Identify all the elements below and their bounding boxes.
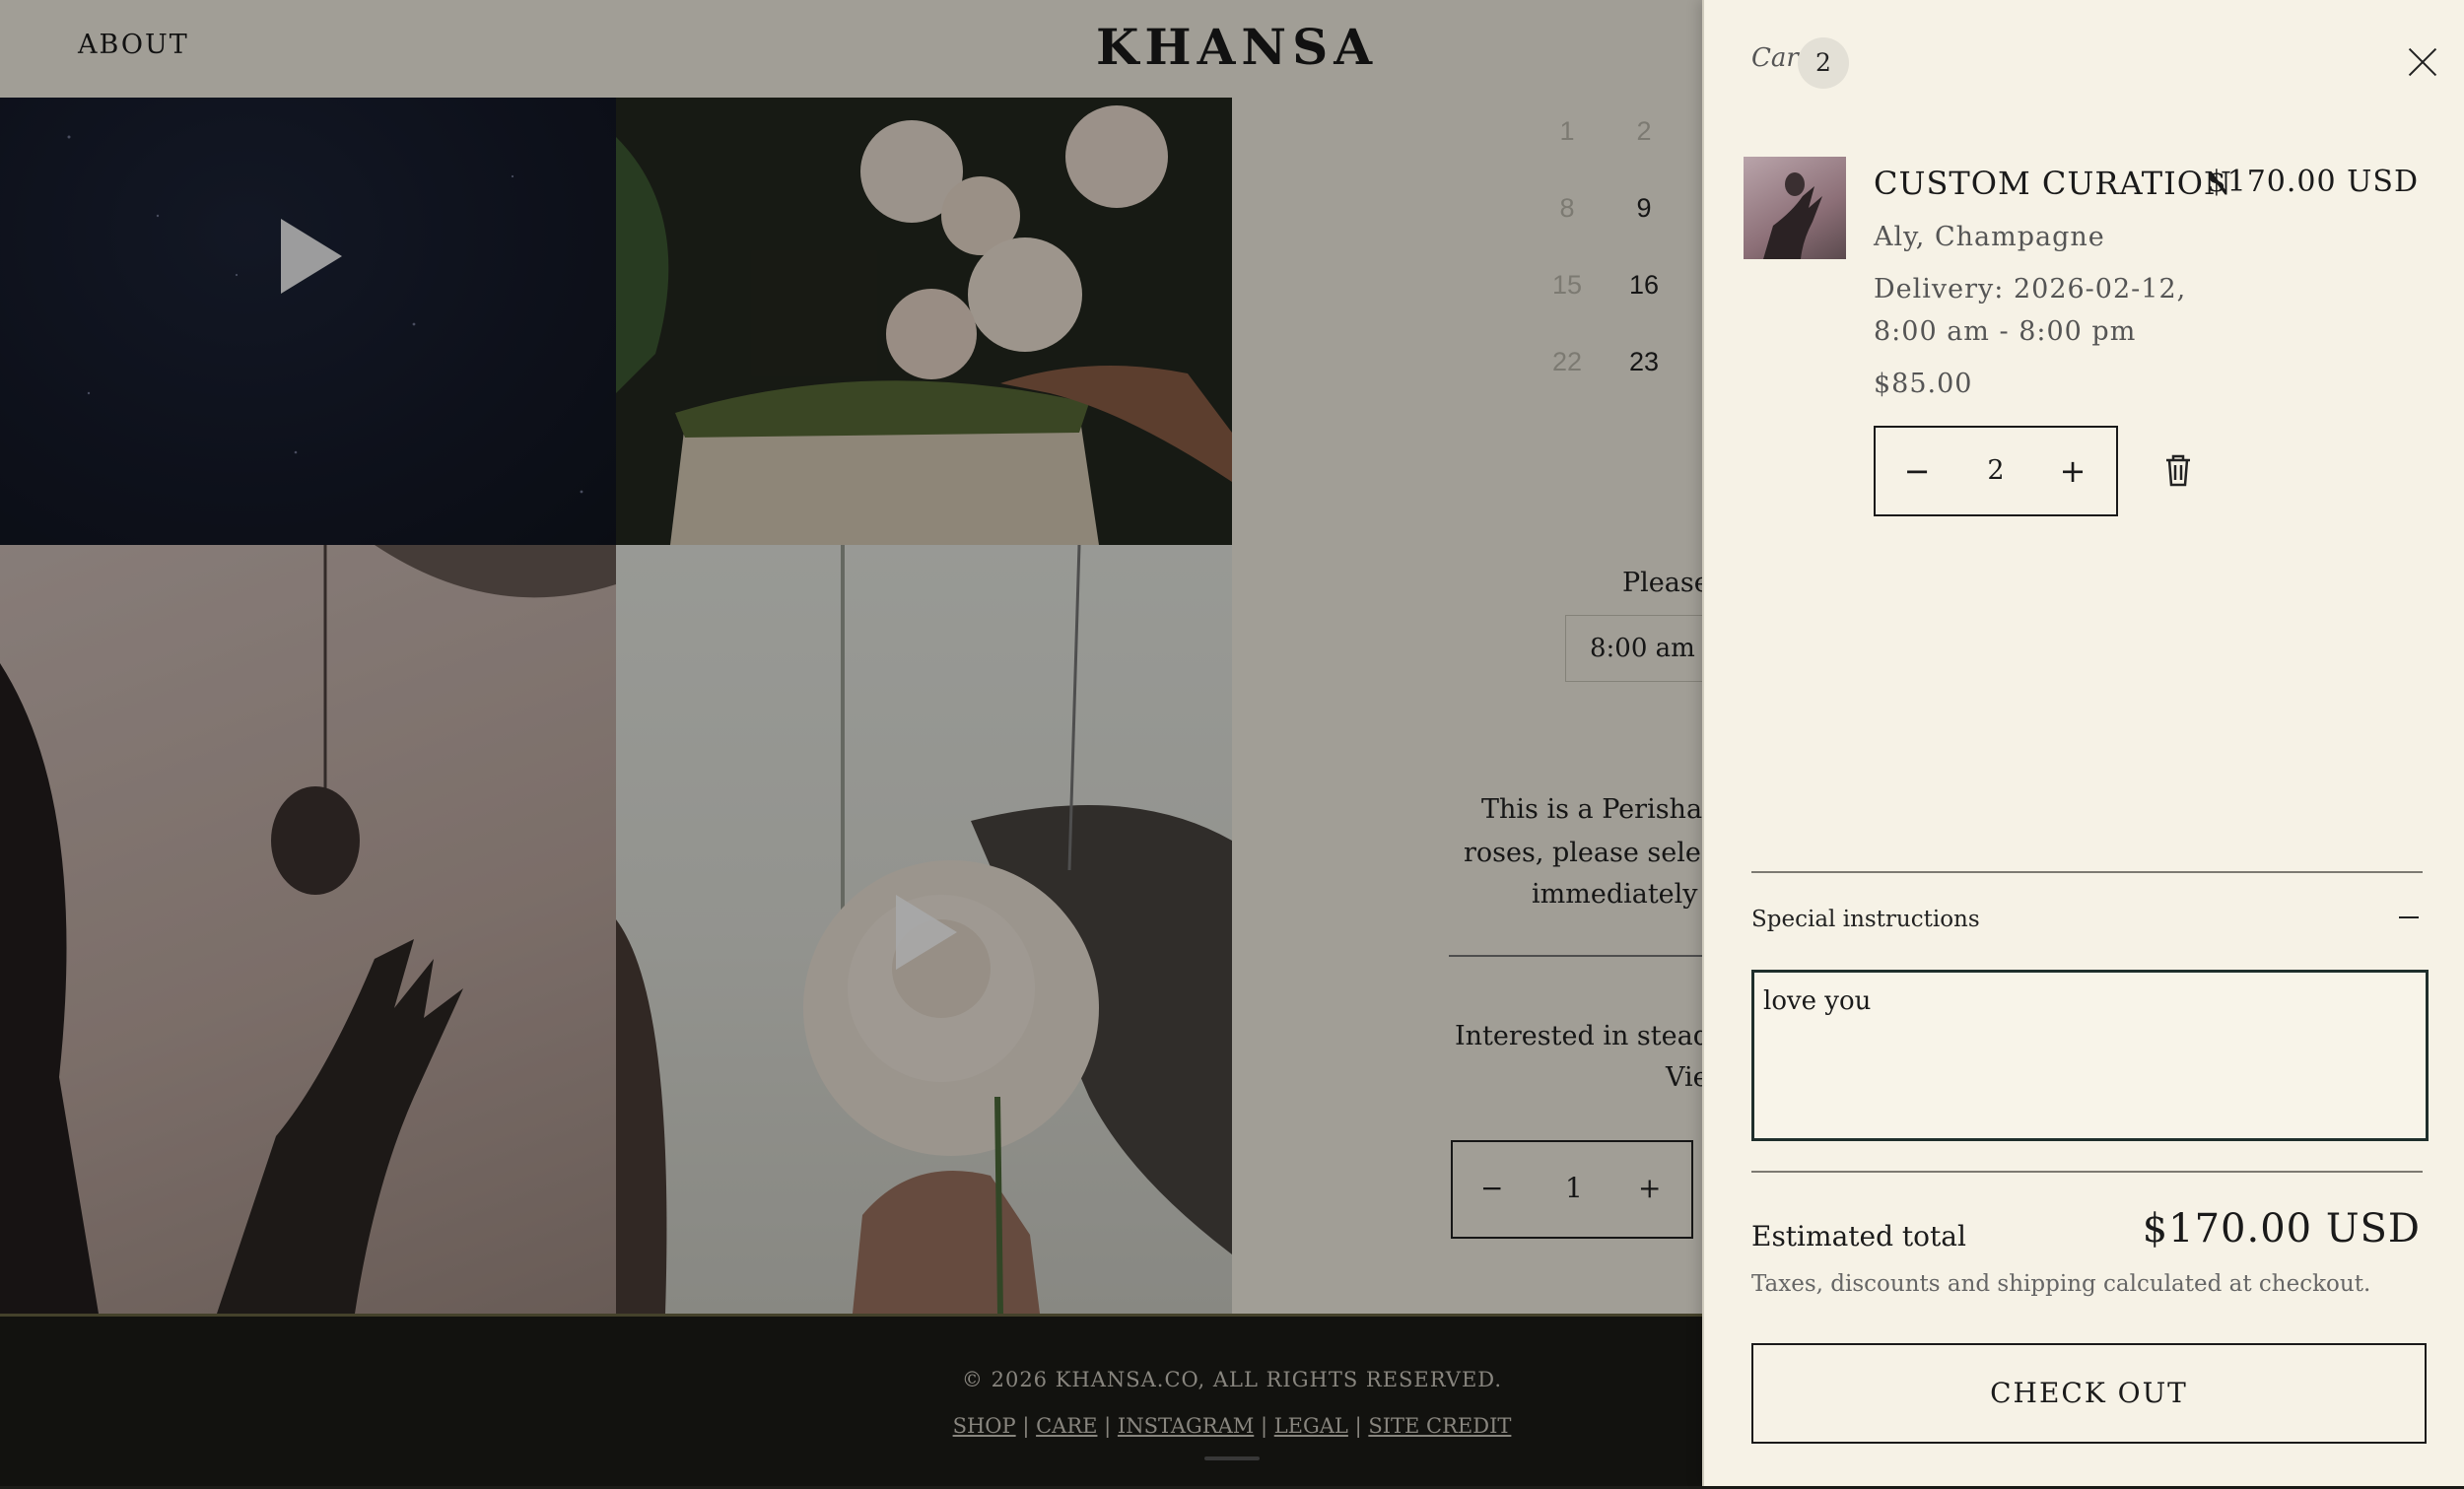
- item-variant: Aly, Champagne: [1874, 222, 2105, 252]
- trash-icon[interactable]: [2163, 453, 2193, 487]
- divider: [1751, 871, 2423, 873]
- item-delivery: Delivery: 2026-02-12,: [1874, 274, 2187, 305]
- estimated-total-label: Estimated total: [1751, 1220, 1966, 1252]
- tax-note: Taxes, discounts and shipping calculated…: [1751, 1271, 2371, 1297]
- drawer-backdrop[interactable]: [0, 0, 1702, 1486]
- estimated-total-value: $170.00 USD: [2142, 1206, 2421, 1252]
- special-instructions-toggle[interactable]: Special instructions: [1751, 907, 1980, 932]
- divider: [1751, 1171, 2423, 1173]
- cart-quantity-stepper: − 2 +: [1874, 426, 2118, 516]
- collapse-icon[interactable]: [2399, 916, 2419, 918]
- item-thumbnail-image: [1763, 172, 1822, 259]
- special-instructions-textarea[interactable]: love you: [1751, 970, 2429, 1141]
- checkout-button[interactable]: CHECK OUT: [1751, 1343, 2427, 1444]
- close-icon[interactable]: [2402, 41, 2443, 83]
- item-name[interactable]: CUSTOM CURATION: [1874, 165, 2232, 202]
- item-unit-price: $85.00: [1874, 369, 1973, 399]
- quantity-decrease-button[interactable]: −: [1887, 428, 1947, 514]
- quantity-input[interactable]: 2: [1964, 428, 2027, 514]
- item-thumbnail[interactable]: [1744, 157, 1846, 259]
- cart-drawer: Cart 2 CUSTOM CURATION $170.00 USD Aly, …: [1702, 0, 2464, 1486]
- item-delivery-window: 8:00 am - 8:00 pm: [1874, 316, 2137, 347]
- cart-count-badge: 2: [1798, 37, 1849, 89]
- quantity-increase-button[interactable]: +: [2043, 428, 2102, 514]
- item-price: $170.00 USD: [2207, 165, 2419, 199]
- special-instructions-value: love you: [1763, 986, 1872, 1016]
